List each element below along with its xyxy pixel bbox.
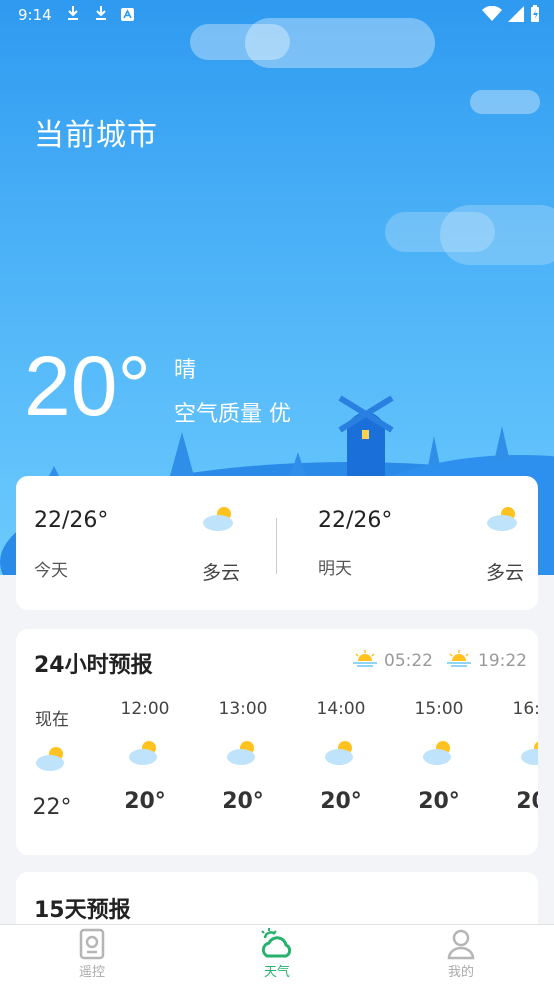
hour-temp: 20° [124, 789, 166, 814]
hour-temp: 20° [222, 789, 264, 814]
tab-label: 遥控 [78, 965, 105, 980]
partly-cloudy-icon [202, 504, 238, 536]
app-notification-icon [121, 7, 134, 25]
download-icon [94, 4, 108, 26]
partly-cloudy-icon [22, 745, 82, 775]
sunset-time: 19:22 [478, 650, 527, 671]
hour-time: 16:00 [512, 699, 539, 719]
hour-time: 14:00 [316, 699, 366, 719]
hour-time: 现在 [35, 710, 69, 730]
partly-cloudy-icon [486, 504, 522, 536]
hour-time: 12:00 [120, 699, 170, 719]
partly-cloudy-icon [409, 739, 469, 769]
today-tomorrow-card: 22/26° 今天 多云 22/26° 明天 多云 [16, 476, 538, 610]
cloud-decoration [440, 205, 554, 265]
tomorrow-condition: 多云 [486, 562, 525, 584]
remote-icon [52, 927, 132, 961]
hour-temp: 20° [418, 789, 460, 814]
signal-icon [508, 6, 524, 26]
partly-cloudy-icon [507, 739, 538, 769]
hour-item: 16:00 20° [507, 699, 538, 814]
daily-title: 15天预报 [34, 898, 131, 923]
hour-item: 现在 22° [22, 705, 82, 820]
sunset-icon [446, 649, 472, 672]
sunset: 19:22 [446, 649, 527, 672]
tab-remote[interactable]: 遥控 [52, 927, 132, 980]
tab-label: 天气 [263, 965, 290, 980]
hourly-title: 24小时预报 [34, 653, 153, 678]
hour-temp: 20° [516, 789, 538, 814]
hour-item: 13:00 20° [213, 699, 273, 814]
tab-weather[interactable]: 天气 [237, 927, 317, 980]
city-name[interactable]: 当前城市 [34, 110, 158, 154]
status-time: 9:14 [18, 6, 52, 24]
tomorrow-temp-range: 22/26° [318, 508, 393, 533]
hour-time: 15:00 [414, 699, 464, 719]
hour-item: 15:00 20° [409, 699, 469, 814]
current-condition: 晴 [174, 358, 197, 383]
tomorrow-label: 明天 [318, 559, 352, 579]
hour-temp: 20° [320, 789, 362, 814]
download-icon [66, 4, 80, 26]
partly-cloudy-icon [213, 739, 273, 769]
today-label: 今天 [34, 561, 68, 581]
sunrise: 05:22 [352, 649, 433, 672]
hour-temp: 22° [32, 795, 72, 820]
hour-time: 13:00 [218, 699, 268, 719]
partly-cloudy-icon [311, 739, 371, 769]
today-condition: 多云 [202, 562, 241, 584]
sunrise-icon [352, 649, 378, 672]
bottom-tab-bar: 遥控 天气 我的 [0, 924, 554, 984]
wifi-icon [482, 5, 502, 26]
today-temp-range: 22/26° [34, 508, 109, 533]
hourly-forecast-card[interactable]: 24小时预报 05:22 19:22 现在 22° 12:00 20° 13:0… [16, 629, 538, 855]
landscape-decoration [48, 395, 510, 478]
tab-label: 我的 [447, 965, 474, 980]
battery-icon [530, 5, 540, 27]
profile-icon [421, 927, 501, 961]
tab-profile[interactable]: 我的 [421, 927, 501, 980]
cloud-decoration [245, 18, 435, 68]
divider [276, 518, 277, 574]
sunrise-time: 05:22 [384, 650, 433, 671]
partly-cloudy-icon [115, 739, 175, 769]
weather-icon [237, 927, 317, 961]
hour-item: 12:00 20° [115, 699, 175, 814]
cloud-decoration [470, 90, 540, 114]
hour-item: 14:00 20° [311, 699, 371, 814]
